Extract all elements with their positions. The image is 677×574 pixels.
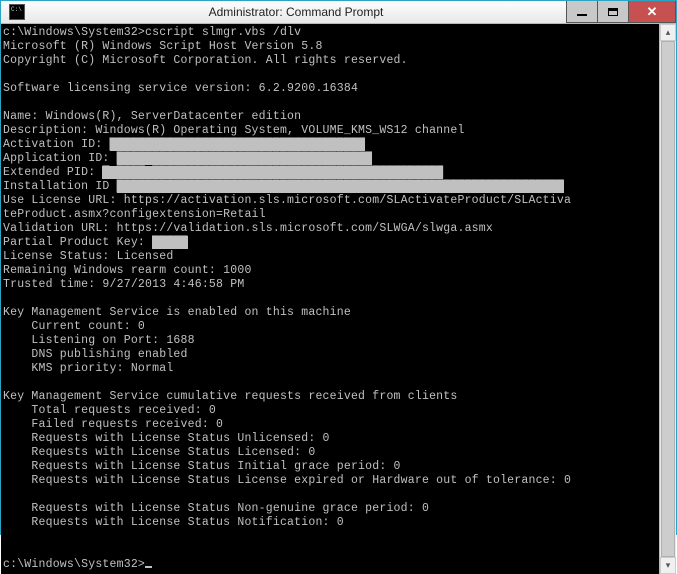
window-controls: ✕ (567, 1, 676, 23)
output-line: Extended PID: (3, 166, 95, 179)
output-line: Requests with License Status Unlicensed:… (3, 432, 330, 445)
output-line: License Status: Licensed (3, 250, 173, 263)
output-line: Key Management Service is enabled on thi… (3, 306, 351, 319)
output-line: teProduct.asmx?configextension=Retail (3, 208, 266, 221)
output-line: DNS publishing enabled (3, 348, 188, 361)
output-line: KMS priority: Normal (3, 362, 173, 375)
output-line: Total requests received: 0 (3, 404, 216, 417)
output-line: Requests with License Status Initial gra… (3, 460, 401, 473)
maximize-button[interactable] (597, 1, 629, 23)
output-line: Key Management Service cumulative reques… (3, 390, 457, 403)
scroll-down-button[interactable]: ▾ (660, 557, 676, 574)
redacted-text: █ ████ █████████████████████████████████… (102, 166, 443, 179)
scroll-thumb[interactable] (661, 41, 675, 557)
output-line: Requests with License Status Notificatio… (3, 516, 344, 529)
redacted-text: ████████████████████████████████████████… (117, 180, 564, 193)
command-prompt-window: Administrator: Command Prompt ✕ c:\Windo… (0, 0, 677, 535)
output-line: Application ID: (3, 152, 110, 165)
output-line: Failed requests received: 0 (3, 418, 223, 431)
output-line: Installation ID (3, 180, 110, 193)
console-output[interactable]: c:\Windows\System32>cscript slmgr.vbs /d… (1, 24, 659, 574)
output-line: Current count: 0 (3, 320, 145, 333)
output-line: Requests with License Status Non-genuine… (3, 502, 429, 515)
titlebar[interactable]: Administrator: Command Prompt ✕ (1, 1, 676, 24)
output-line: Use License URL: https://activation.sls.… (3, 194, 571, 207)
output-line: Software licensing service version: 6.2.… (3, 82, 358, 95)
vertical-scrollbar[interactable]: ▴ ▾ (659, 24, 676, 574)
output-line: Copyright (C) Microsoft Corporation. All… (3, 54, 408, 67)
output-line: Partial Product Key: (3, 236, 145, 249)
scroll-up-button[interactable]: ▴ (660, 24, 676, 41)
window-title: Administrator: Command Prompt (25, 5, 567, 19)
output-line: Description: Windows(R) Operating System… (3, 124, 465, 137)
redacted-text: ████████████████████████████████████ (117, 152, 373, 165)
output-line: Listening on Port: 1688 (3, 334, 195, 347)
output-line: Activation ID: (3, 138, 102, 151)
output-line: Remaining Windows rearm count: 1000 (3, 264, 252, 277)
cmd-icon (9, 4, 25, 20)
output-line: Microsoft (R) Windows Script Host Versio… (3, 40, 323, 53)
output-line: Name: Windows(R), ServerDatacenter editi… (3, 110, 301, 123)
cursor (145, 566, 152, 568)
console-area: c:\Windows\System32>cscript slmgr.vbs /d… (1, 24, 676, 574)
redacted-text: ████████████████████████████████████ (110, 138, 366, 151)
command-text: cscript slmgr.vbs /dlv (145, 26, 301, 39)
scroll-track[interactable] (660, 41, 676, 557)
prompt: c:\Windows\System32> (3, 558, 145, 571)
close-button[interactable]: ✕ (628, 1, 676, 23)
output-line: Trusted time: 9/27/2013 4:46:58 PM (3, 278, 244, 291)
redacted-text: █████ (152, 236, 188, 249)
output-line: Requests with License Status Licensed: 0 (3, 446, 315, 459)
prompt: c:\Windows\System32> (3, 26, 145, 39)
minimize-button[interactable] (566, 1, 598, 23)
output-line: Requests with License Status License exp… (3, 474, 571, 487)
output-line: Validation URL: https://validation.sls.m… (3, 222, 493, 235)
